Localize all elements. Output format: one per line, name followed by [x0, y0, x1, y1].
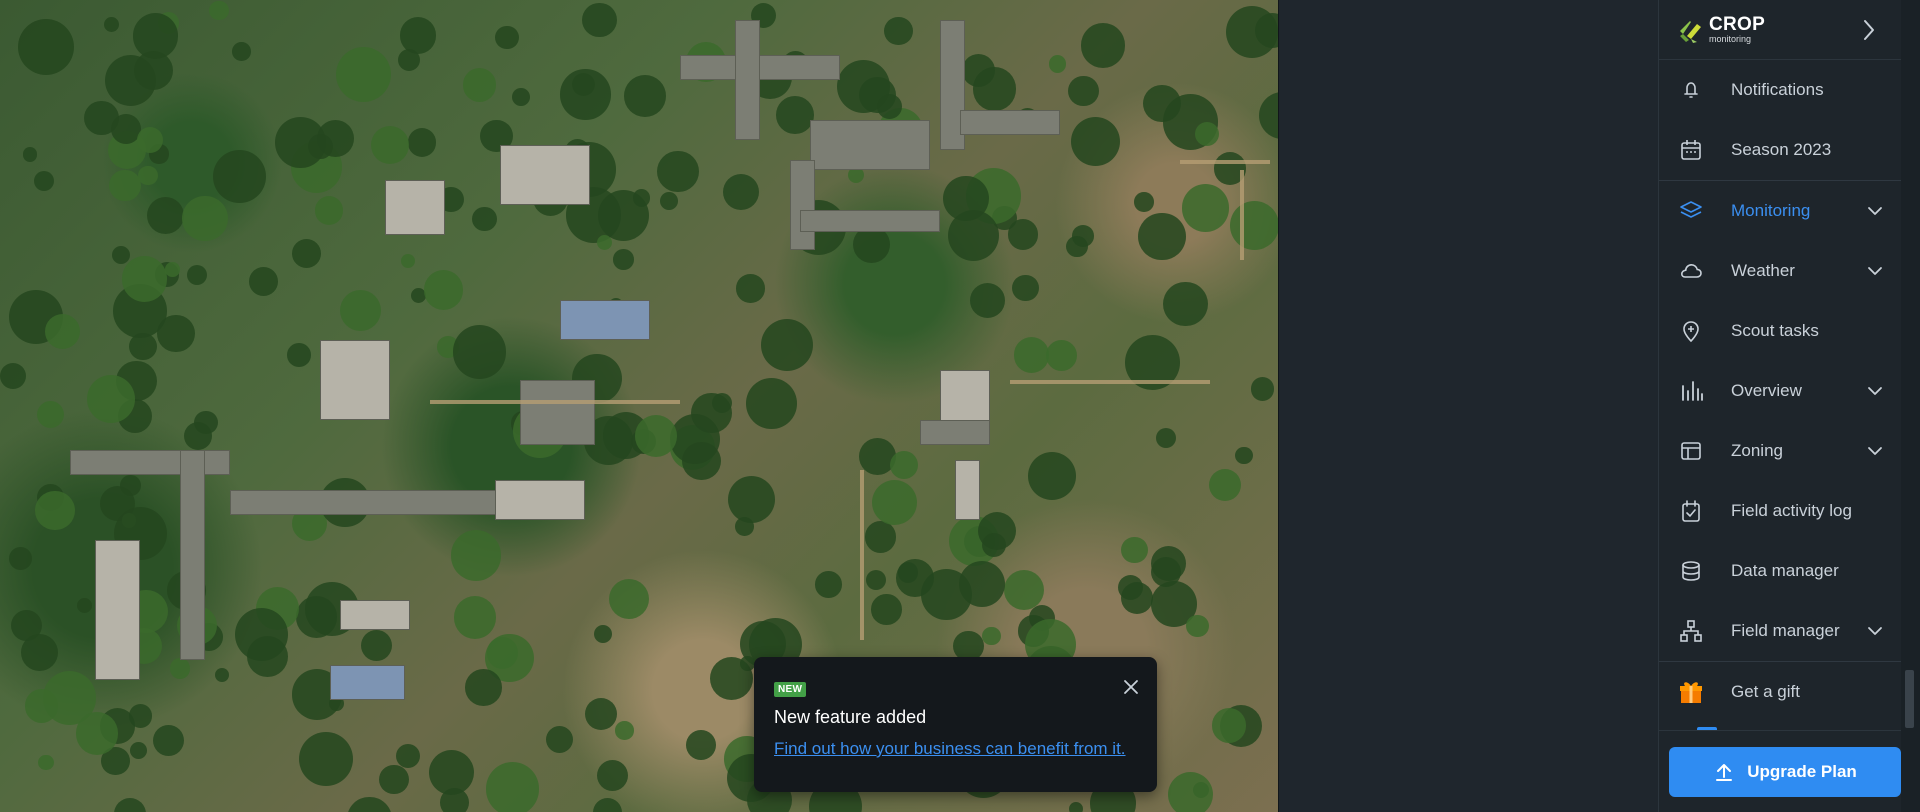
sidebar-item-label: Field manager: [1731, 621, 1840, 640]
sidebar-item-label: Field activity log: [1731, 501, 1852, 520]
sidebar-item-label: Overview: [1731, 381, 1802, 400]
empty-panel: [1278, 0, 1658, 812]
sidebar-item-field-activity-log[interactable]: Field activity log: [1659, 481, 1901, 541]
hierarchy-icon: [1678, 618, 1704, 644]
bar-chart-icon: [1678, 378, 1704, 404]
sidebar-item-data-manager[interactable]: Data manager: [1659, 541, 1901, 601]
brand-header: CROP monitoring: [1659, 0, 1901, 60]
sidebar-item-weather[interactable]: Weather: [1659, 241, 1901, 301]
brand-title: CROP: [1709, 14, 1766, 35]
upload-icon: [1713, 761, 1735, 783]
sidebar-item-notifications[interactable]: Notifications: [1659, 60, 1901, 120]
popup-link[interactable]: Find out how your business can benefit f…: [774, 739, 1137, 759]
layout-icon: [1678, 438, 1704, 464]
sidebar-item-season-2023[interactable]: Season 2023: [1659, 120, 1901, 180]
sidebar-item-label: Weather: [1731, 261, 1795, 280]
gift-icon: [1678, 679, 1704, 705]
sidebar-item-label: Season 2023: [1731, 140, 1832, 159]
database-icon: [1678, 558, 1704, 584]
sidebar-item-field-manager[interactable]: Field manager: [1659, 601, 1901, 661]
sidebar-item-label: Data manager: [1731, 561, 1839, 580]
sidebar-item-label: Scout tasks: [1731, 321, 1819, 340]
sidebar: CROP monitoring Notifications Season 2023…: [1658, 0, 1902, 812]
popup-title: New feature added: [774, 707, 927, 727]
sidebar-menu: Notifications Season 2023 Monitoring Weathe…: [1659, 60, 1901, 661]
calendar-icon: [1678, 137, 1704, 163]
sidebar-item-overview[interactable]: Overview: [1659, 361, 1901, 421]
new-badge: NEW: [774, 682, 807, 697]
sidebar-item-scout-tasks[interactable]: Scout tasks: [1659, 301, 1901, 361]
sidebar-item-label: Zoning: [1731, 441, 1783, 460]
upgrade-plan-label: Upgrade Plan: [1747, 762, 1857, 781]
calendar-check-icon: [1678, 498, 1704, 524]
layers-icon: [1678, 198, 1704, 224]
bell-icon: [1678, 77, 1704, 103]
chevron-down-icon[interactable]: [1863, 379, 1887, 403]
logo-icon: [1677, 16, 1705, 44]
scrollbar-thumb[interactable]: [1905, 670, 1914, 728]
sidebar-item-label: Monitoring: [1731, 201, 1811, 220]
get-a-gift-button[interactable]: Get a gift: [1659, 662, 1901, 722]
scrollbar[interactable]: [1901, 0, 1920, 812]
map-pin-icon: [1678, 318, 1704, 344]
upgrade-plan-button[interactable]: Upgrade Plan: [1669, 747, 1901, 797]
chevron-down-icon[interactable]: [1863, 199, 1887, 223]
sidebar-item-monitoring[interactable]: Monitoring: [1659, 181, 1901, 241]
sidebar-item-zoning[interactable]: Zoning: [1659, 421, 1901, 481]
brand-subtitle: monitoring: [1709, 34, 1752, 44]
chevron-down-icon[interactable]: [1863, 259, 1887, 283]
cloud-icon: [1678, 258, 1704, 284]
chevron-right-icon[interactable]: [1857, 18, 1881, 42]
close-icon[interactable]: [1121, 677, 1141, 697]
sidebar-item-label: Notifications: [1731, 80, 1824, 99]
chevron-down-icon[interactable]: [1863, 619, 1887, 643]
get-a-gift-label: Get a gift: [1731, 682, 1800, 701]
chevron-down-icon[interactable]: [1863, 439, 1887, 463]
new-feature-popup: NEW New feature added Find out how your …: [754, 657, 1157, 792]
